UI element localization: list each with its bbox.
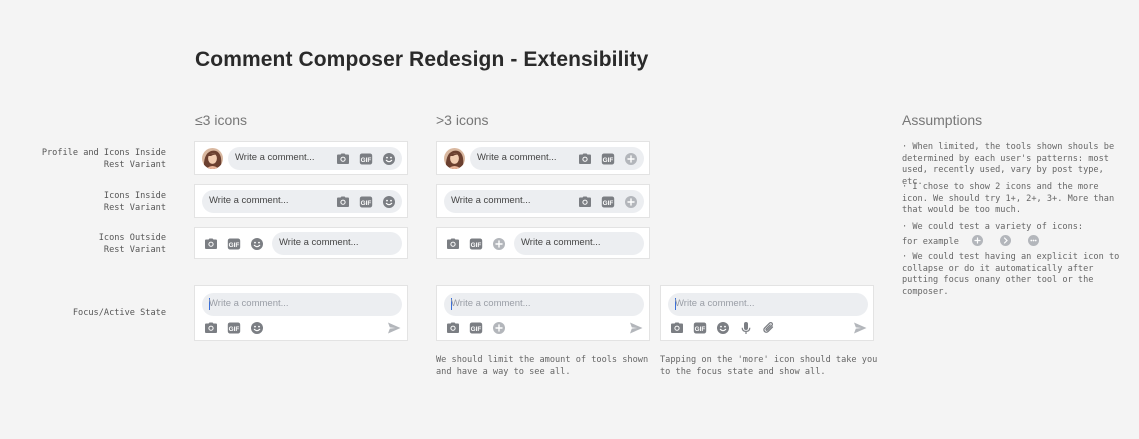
row-label-profile: Profile and Icons Inside Rest Variant <box>41 148 166 170</box>
camera-icon[interactable] <box>336 195 350 209</box>
input-placeholder: Write a comment... <box>209 298 289 309</box>
row-label-inside: Icons Inside Rest Variant <box>103 191 166 213</box>
comment-input[interactable]: Write a comment... <box>202 190 402 213</box>
chevron-right-icon <box>1000 235 1012 246</box>
emoji-icon[interactable] <box>382 152 396 166</box>
assumption-3: · We could test a variety of icons: <box>902 222 1084 232</box>
emoji-icon[interactable] <box>716 321 730 335</box>
composer-inside-le3: Write a comment... <box>194 184 408 218</box>
column-heading-gt3: >3 icons <box>436 112 489 128</box>
input-placeholder: Write a comment... <box>235 152 315 163</box>
camera-icon[interactable] <box>204 321 218 335</box>
input-placeholder: Write a comment... <box>209 195 289 206</box>
comment-input[interactable]: Write a comment... <box>470 147 644 170</box>
emoji-icon[interactable] <box>250 237 264 251</box>
camera-icon[interactable] <box>578 195 592 209</box>
input-placeholder: Write a comment... <box>279 237 359 248</box>
gif-icon[interactable] <box>601 195 615 209</box>
input-placeholder: Write a comment... <box>675 298 755 309</box>
composer-outside-gt3: Write a comment... <box>436 227 650 259</box>
composer-inside-gt3: Write a comment... <box>436 184 650 218</box>
comment-input[interactable]: Write a comment... <box>228 147 402 170</box>
emoji-icon[interactable] <box>250 321 264 335</box>
camera-icon[interactable] <box>446 237 460 251</box>
gif-icon[interactable] <box>693 321 707 335</box>
camera-icon[interactable] <box>446 321 460 335</box>
comment-input-focused[interactable]: Write a comment... <box>202 293 402 316</box>
composer-profile-le3: Write a comment... <box>194 141 408 175</box>
comment-input-focused[interactable]: Write a comment... <box>444 293 644 316</box>
gif-icon[interactable] <box>601 152 615 166</box>
plus-icon[interactable] <box>492 237 506 251</box>
input-placeholder: Write a comment... <box>477 152 557 163</box>
gif-icon[interactable] <box>469 321 483 335</box>
page-title: Comment Composer Redesign - Extensibilit… <box>195 48 649 71</box>
note-limit-tools: We should limit the amount of tools show… <box>436 355 649 377</box>
plus-icon <box>972 235 984 246</box>
composer-focus-gt3: Write a comment... <box>436 285 650 341</box>
gif-icon[interactable] <box>359 152 373 166</box>
send-icon[interactable] <box>387 321 401 335</box>
assumption-4: · We could test having an explicit icon … <box>902 252 1120 297</box>
composer-profile-gt3: Write a comment... <box>436 141 650 175</box>
comment-input[interactable]: Write a comment... <box>444 190 644 213</box>
assumption-example: for example <box>902 235 1127 249</box>
camera-icon[interactable] <box>578 152 592 166</box>
column-heading-assumptions: Assumptions <box>902 112 983 128</box>
composer-focus-le3: Write a comment... <box>194 285 408 341</box>
input-placeholder: Write a comment... <box>521 237 601 248</box>
emoji-icon[interactable] <box>382 195 396 209</box>
camera-icon[interactable] <box>204 237 218 251</box>
attach-icon[interactable] <box>762 321 776 335</box>
assumption-2: · I chose to show 2 icons and the more i… <box>902 182 1115 215</box>
note-more-icon: Tapping on the 'more' icon should take y… <box>660 355 878 377</box>
send-icon[interactable] <box>853 321 867 335</box>
comment-input-focused[interactable]: Write a comment... <box>668 293 868 316</box>
composer-outside-le3: Write a comment... <box>194 227 408 259</box>
camera-icon[interactable] <box>336 152 350 166</box>
avatar[interactable] <box>444 148 465 169</box>
gif-icon[interactable] <box>469 237 483 251</box>
plus-icon[interactable] <box>624 195 638 209</box>
composer-focus-expanded: Write a comment... <box>660 285 874 341</box>
input-placeholder: Write a comment... <box>451 298 531 309</box>
row-label-outside: Icons Outside Rest Variant <box>98 233 166 255</box>
send-icon[interactable] <box>629 321 643 335</box>
row-label-focus: Focus/Active State <box>72 308 166 318</box>
avatar[interactable] <box>202 148 223 169</box>
plus-icon[interactable] <box>624 152 638 166</box>
plus-icon[interactable] <box>492 321 506 335</box>
comment-input[interactable]: Write a comment... <box>272 232 402 255</box>
gif-icon[interactable] <box>359 195 373 209</box>
comment-input[interactable]: Write a comment... <box>514 232 644 255</box>
column-heading-le3: ≤3 icons <box>195 112 248 128</box>
more-icon <box>1028 235 1040 246</box>
input-placeholder: Write a comment... <box>451 195 531 206</box>
gif-icon[interactable] <box>227 237 241 251</box>
camera-icon[interactable] <box>670 321 684 335</box>
mic-icon[interactable] <box>739 321 753 335</box>
gif-icon[interactable] <box>227 321 241 335</box>
